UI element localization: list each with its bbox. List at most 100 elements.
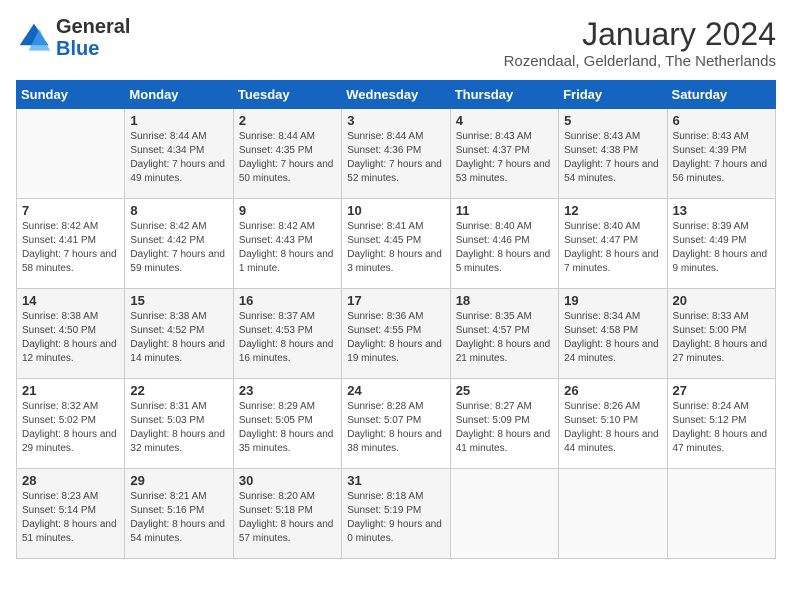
day-cell: 17Sunrise: 8:36 AMSunset: 4:55 PMDayligh…: [342, 289, 450, 379]
day-info: Sunrise: 8:29 AMSunset: 5:05 PMDaylight:…: [239, 400, 336, 456]
day-info: Sunrise: 8:38 AMSunset: 4:50 PMDaylight:…: [22, 310, 119, 366]
logo-text: General Blue: [56, 16, 130, 60]
title-block: January 2024 Rozendaal, Gelderland, The …: [504, 16, 776, 70]
month-title: January 2024: [504, 16, 776, 53]
day-info: Sunrise: 8:33 AMSunset: 5:00 PMDaylight:…: [673, 310, 770, 366]
day-cell: [450, 469, 558, 559]
day-info: Sunrise: 8:20 AMSunset: 5:18 PMDaylight:…: [239, 490, 336, 546]
day-cell: 16 Sunrise: 8:37 AMSunset: 4:53 PMDayligh…: [233, 289, 341, 379]
day-number: 6: [673, 113, 770, 128]
day-info: Sunrise: 8:23 AMSunset: 5:14 PMDaylight:…: [22, 490, 119, 546]
day-cell: 31 Sunrise: 8:18 AMSunset: 5:19 PMDayligh…: [342, 469, 450, 559]
day-cell: 24 Sunrise: 8:28 AMSunset: 5:07 PMDayligh…: [342, 379, 450, 469]
logo-icon: [16, 20, 52, 56]
page-header: General Blue January 2024 Rozendaal, Gel…: [16, 16, 776, 70]
day-cell: 29 Sunrise: 8:21 AMSunset: 5:16 PMDayligh…: [125, 469, 233, 559]
week-row-2: 7 Sunrise: 8:42 AMSunset: 4:41 PMDaylight…: [17, 199, 776, 289]
day-cell: 30 Sunrise: 8:20 AMSunset: 5:18 PMDayligh…: [233, 469, 341, 559]
day-info: Sunrise: 8:42 AMSunset: 4:42 PMDaylight:…: [130, 220, 227, 276]
day-info: Sunrise: 8:21 AMSunset: 5:16 PMDaylight:…: [130, 490, 227, 546]
day-number: 8: [130, 203, 227, 218]
day-number: 24: [347, 383, 444, 398]
day-number: 20: [673, 293, 770, 308]
day-number: 21: [22, 383, 119, 398]
day-cell: 2 Sunrise: 8:44 AMSunset: 4:35 PMDaylight…: [233, 109, 341, 199]
day-cell: 27Sunrise: 8:24 AMSunset: 5:12 PMDayligh…: [667, 379, 775, 469]
day-number: 2: [239, 113, 336, 128]
day-info: Sunrise: 8:35 AMSunset: 4:57 PMDaylight:…: [456, 310, 553, 366]
day-cell: 1 Sunrise: 8:44 AMSunset: 4:34 PMDaylight…: [125, 109, 233, 199]
day-number: 4: [456, 113, 553, 128]
day-number: 1: [130, 113, 227, 128]
header-saturday: Saturday: [667, 81, 775, 109]
day-number: 25: [456, 383, 553, 398]
day-number: 9: [239, 203, 336, 218]
day-number: 31: [347, 473, 444, 488]
day-number: 13: [673, 203, 770, 218]
day-number: 17: [347, 293, 444, 308]
day-cell: 13 Sunrise: 8:39 AMSunset: 4:49 PMDayligh…: [667, 199, 775, 289]
day-number: 29: [130, 473, 227, 488]
header-thursday: Thursday: [450, 81, 558, 109]
day-cell: 18 Sunrise: 8:35 AMSunset: 4:57 PMDayligh…: [450, 289, 558, 379]
day-info: Sunrise: 8:43 AMSunset: 4:37 PMDaylight:…: [456, 130, 553, 186]
week-row-1: 1 Sunrise: 8:44 AMSunset: 4:34 PMDaylight…: [17, 109, 776, 199]
day-cell: 10 Sunrise: 8:41 AMSunset: 4:45 PMDayligh…: [342, 199, 450, 289]
day-number: 27: [673, 383, 770, 398]
day-number: 26: [564, 383, 661, 398]
logo: General Blue: [16, 16, 130, 60]
day-cell: 9Sunrise: 8:42 AMSunset: 4:43 PMDaylight…: [233, 199, 341, 289]
day-cell: 12 Sunrise: 8:40 AMSunset: 4:47 PMDayligh…: [559, 199, 667, 289]
day-number: 22: [130, 383, 227, 398]
day-cell: 28 Sunrise: 8:23 AMSunset: 5:14 PMDayligh…: [17, 469, 125, 559]
day-info: Sunrise: 8:32 AMSunset: 5:02 PMDaylight:…: [22, 400, 119, 456]
day-cell: 26 Sunrise: 8:26 AMSunset: 5:10 PMDayligh…: [559, 379, 667, 469]
day-info: Sunrise: 8:44 AMSunset: 4:35 PMDaylight:…: [239, 130, 336, 186]
week-row-5: 28 Sunrise: 8:23 AMSunset: 5:14 PMDayligh…: [17, 469, 776, 559]
day-info: Sunrise: 8:18 AMSunset: 5:19 PMDaylight:…: [347, 490, 444, 546]
day-cell: 11Sunrise: 8:40 AMSunset: 4:46 PMDayligh…: [450, 199, 558, 289]
day-cell: 20 Sunrise: 8:33 AMSunset: 5:00 PMDayligh…: [667, 289, 775, 379]
day-number: 14: [22, 293, 119, 308]
day-cell: 22 Sunrise: 8:31 AMSunset: 5:03 PMDayligh…: [125, 379, 233, 469]
day-cell: 3 Sunrise: 8:44 AMSunset: 4:36 PMDaylight…: [342, 109, 450, 199]
day-cell: [667, 469, 775, 559]
day-number: 19: [564, 293, 661, 308]
day-info: Sunrise: 8:28 AMSunset: 5:07 PMDaylight:…: [347, 400, 444, 456]
header-monday: Monday: [125, 81, 233, 109]
day-number: 16: [239, 293, 336, 308]
day-cell: 23 Sunrise: 8:29 AMSunset: 5:05 PMDayligh…: [233, 379, 341, 469]
day-info: Sunrise: 8:44 AMSunset: 4:36 PMDaylight:…: [347, 130, 444, 186]
day-info: Sunrise: 8:31 AMSunset: 5:03 PMDaylight:…: [130, 400, 227, 456]
day-cell: 21 Sunrise: 8:32 AMSunset: 5:02 PMDayligh…: [17, 379, 125, 469]
day-info: Sunrise: 8:44 AMSunset: 4:34 PMDaylight:…: [130, 130, 227, 186]
header-sunday: Sunday: [17, 81, 125, 109]
day-info: Sunrise: 8:40 AMSunset: 4:46 PMDaylight:…: [456, 220, 553, 276]
day-number: 3: [347, 113, 444, 128]
day-number: 28: [22, 473, 119, 488]
week-row-3: 14 Sunrise: 8:38 AMSunset: 4:50 PMDayligh…: [17, 289, 776, 379]
day-number: 10: [347, 203, 444, 218]
day-number: 12: [564, 203, 661, 218]
day-info: Sunrise: 8:40 AMSunset: 4:47 PMDaylight:…: [564, 220, 661, 276]
calendar-table: SundayMondayTuesdayWednesdayThursdayFrid…: [16, 80, 776, 559]
day-cell: 8 Sunrise: 8:42 AMSunset: 4:42 PMDaylight…: [125, 199, 233, 289]
day-number: 23: [239, 383, 336, 398]
day-info: Sunrise: 8:26 AMSunset: 5:10 PMDaylight:…: [564, 400, 661, 456]
day-info: Sunrise: 8:41 AMSunset: 4:45 PMDaylight:…: [347, 220, 444, 276]
day-info: Sunrise: 8:37 AMSunset: 4:53 PMDaylight:…: [239, 310, 336, 366]
day-number: 30: [239, 473, 336, 488]
day-info: Sunrise: 8:39 AMSunset: 4:49 PMDaylight:…: [673, 220, 770, 276]
header-friday: Friday: [559, 81, 667, 109]
day-info: Sunrise: 8:27 AMSunset: 5:09 PMDaylight:…: [456, 400, 553, 456]
day-info: Sunrise: 8:34 AMSunset: 4:58 PMDaylight:…: [564, 310, 661, 366]
day-number: 7: [22, 203, 119, 218]
day-cell: 7 Sunrise: 8:42 AMSunset: 4:41 PMDaylight…: [17, 199, 125, 289]
day-info: Sunrise: 8:43 AMSunset: 4:38 PMDaylight:…: [564, 130, 661, 186]
day-cell: 19 Sunrise: 8:34 AMSunset: 4:58 PMDayligh…: [559, 289, 667, 379]
day-info: Sunrise: 8:42 AMSunset: 4:41 PMDaylight:…: [22, 220, 119, 276]
day-number: 18: [456, 293, 553, 308]
location: Rozendaal, Gelderland, The Netherlands: [504, 53, 776, 70]
week-row-4: 21 Sunrise: 8:32 AMSunset: 5:02 PMDayligh…: [17, 379, 776, 469]
day-cell: 14 Sunrise: 8:38 AMSunset: 4:50 PMDayligh…: [17, 289, 125, 379]
